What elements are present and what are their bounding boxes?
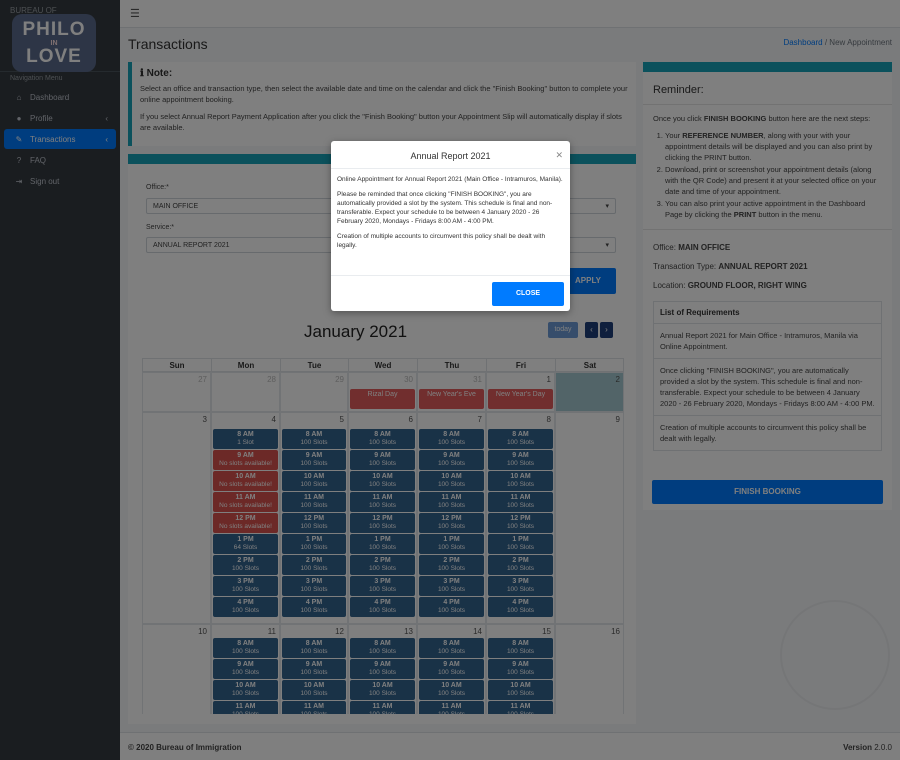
modal-footer: CLOSE (331, 275, 570, 311)
modal-body: Online Appointment for Annual Report 202… (331, 169, 570, 262)
close-icon[interactable]: ✕ (555, 150, 563, 161)
modal-header: Annual Report 2021 ✕ (331, 141, 570, 169)
close-button[interactable]: CLOSE (492, 282, 564, 306)
modal-backdrop[interactable] (0, 0, 900, 760)
modal-title: Annual Report 2021 (410, 151, 491, 161)
modal-paragraph: Creation of multiple accounts to circumv… (337, 233, 546, 249)
modal-paragraph: Online Appointment for Annual Report 202… (337, 176, 563, 183)
modal-paragraph: Please be reminded that once clicking "F… (337, 191, 553, 225)
annual-report-modal: Annual Report 2021 ✕ Online Appointment … (331, 141, 570, 311)
